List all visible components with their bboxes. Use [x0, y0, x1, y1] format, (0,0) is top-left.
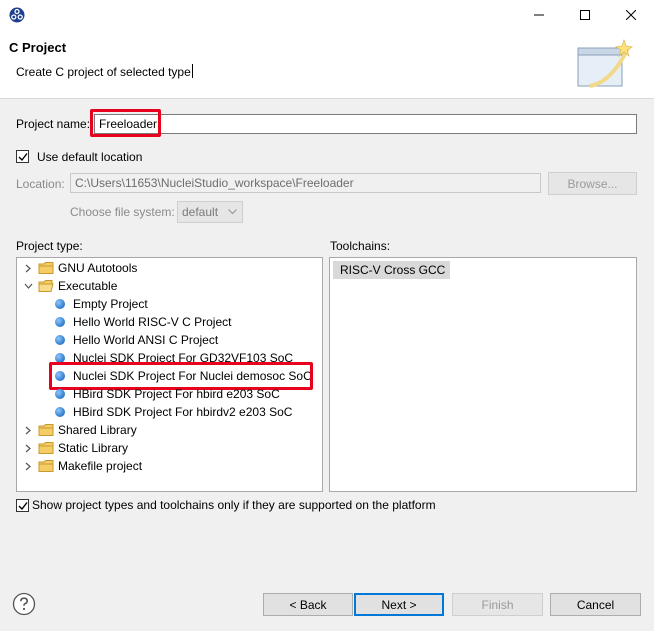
tree-item-makefile-project[interactable]: Makefile project	[22, 457, 142, 475]
tree-item-label: Hello World ANSI C Project	[73, 333, 219, 347]
project-name-input[interactable]: Freeloader	[94, 114, 637, 134]
folder-icon	[38, 460, 54, 472]
file-system-value: default	[182, 205, 219, 219]
location-label: Location:	[16, 177, 65, 191]
file-system-label: Choose file system:	[70, 205, 175, 219]
file-system-select[interactable]: default	[177, 201, 243, 223]
maximize-button[interactable]	[562, 0, 608, 30]
toolchains-label: Toolchains:	[330, 239, 391, 253]
chevron-down-icon[interactable]	[22, 280, 34, 292]
tree-item-gnu-autotools[interactable]: GNU Autotools	[22, 259, 137, 277]
folder-open-icon	[38, 280, 54, 292]
project-type-bullet-icon	[55, 389, 65, 399]
close-button[interactable]	[608, 0, 654, 30]
tree-item-label: GNU Autotools	[58, 261, 138, 275]
folder-icon	[38, 424, 54, 436]
chevron-right-icon[interactable]	[22, 460, 34, 472]
chevron-down-icon	[228, 209, 237, 215]
chevron-right-icon[interactable]	[22, 424, 34, 436]
page-description-text: Create C project of selected type	[16, 65, 191, 79]
chevron-right-icon[interactable]	[22, 262, 34, 274]
browse-button[interactable]: Browse...	[548, 172, 637, 195]
project-type-bullet-icon	[55, 407, 65, 417]
tree-item-hello-world-ansi[interactable]: Hello World ANSI C Project	[55, 331, 218, 349]
tree-item-hbird-e203[interactable]: HBird SDK Project For hbird e203 SoC	[55, 385, 280, 403]
minimize-button[interactable]	[516, 0, 562, 30]
use-default-location-checkbox[interactable]	[16, 150, 29, 163]
tree-item-label: Shared Library	[58, 423, 137, 437]
project-name-label: Project name:	[16, 117, 91, 131]
app-logo-icon	[9, 7, 25, 23]
checkmark-icon	[18, 153, 28, 162]
project-type-label: Project type:	[16, 239, 83, 253]
tree-item-shared-library[interactable]: Shared Library	[22, 421, 137, 439]
next-button[interactable]: Next >	[354, 593, 444, 616]
toolchain-item-riscv-gcc[interactable]: RISC-V Cross GCC	[333, 261, 450, 279]
folder-icon	[38, 442, 54, 454]
folder-icon	[38, 262, 54, 274]
checkmark-icon	[18, 502, 28, 511]
tree-item-label: HBird SDK Project For hbird e203 SoC	[73, 387, 280, 401]
finish-button[interactable]: Finish	[452, 593, 543, 616]
maximize-icon	[580, 10, 590, 20]
tree-item-label: Empty Project	[73, 297, 148, 311]
tree-item-label: Hello World RISC-V C Project	[73, 315, 232, 329]
project-name-highlight	[90, 109, 161, 137]
minimize-icon	[534, 14, 544, 16]
page-title: C Project	[9, 40, 67, 55]
tree-item-empty-project[interactable]: Empty Project	[55, 295, 148, 313]
tree-item-label: Executable	[58, 279, 118, 293]
use-default-location-label: Use default location	[37, 150, 143, 164]
project-type-bullet-icon	[55, 299, 65, 309]
location-input[interactable]: C:\Users\11653\NucleiStudio_workspace\Fr…	[70, 173, 541, 193]
show-supported-checkbox[interactable]	[16, 499, 29, 512]
tree-item-static-library[interactable]: Static Library	[22, 439, 128, 457]
close-icon	[626, 10, 636, 20]
wizard-banner-icon	[577, 38, 633, 88]
tree-item-label: Static Library	[58, 441, 129, 455]
text-cursor	[191, 64, 193, 78]
project-type-bullet-icon	[55, 335, 65, 345]
tree-item-label: HBird SDK Project For hbirdv2 e203 SoC	[73, 405, 293, 419]
toolchains-list[interactable]	[329, 257, 637, 492]
help-icon[interactable]	[12, 592, 36, 616]
chevron-right-icon[interactable]	[22, 442, 34, 454]
tree-item-hbirdv2-e203[interactable]: HBird SDK Project For hbirdv2 e203 SoC	[55, 403, 292, 421]
page-description: Create C project of selected type	[16, 64, 193, 79]
project-type-bullet-icon	[55, 317, 65, 327]
back-button[interactable]: < Back	[263, 593, 353, 616]
tree-item-hello-world-riscv[interactable]: Hello World RISC-V C Project	[55, 313, 231, 331]
cancel-button[interactable]: Cancel	[550, 593, 641, 616]
tree-item-label: Makefile project	[58, 459, 143, 473]
wizard-header: C Project Create C project of selected t…	[0, 30, 654, 99]
window-titlebar	[0, 0, 654, 30]
show-supported-label: Show project types and toolchains only i…	[32, 498, 436, 512]
tree-item-executable[interactable]: Executable	[22, 277, 117, 295]
